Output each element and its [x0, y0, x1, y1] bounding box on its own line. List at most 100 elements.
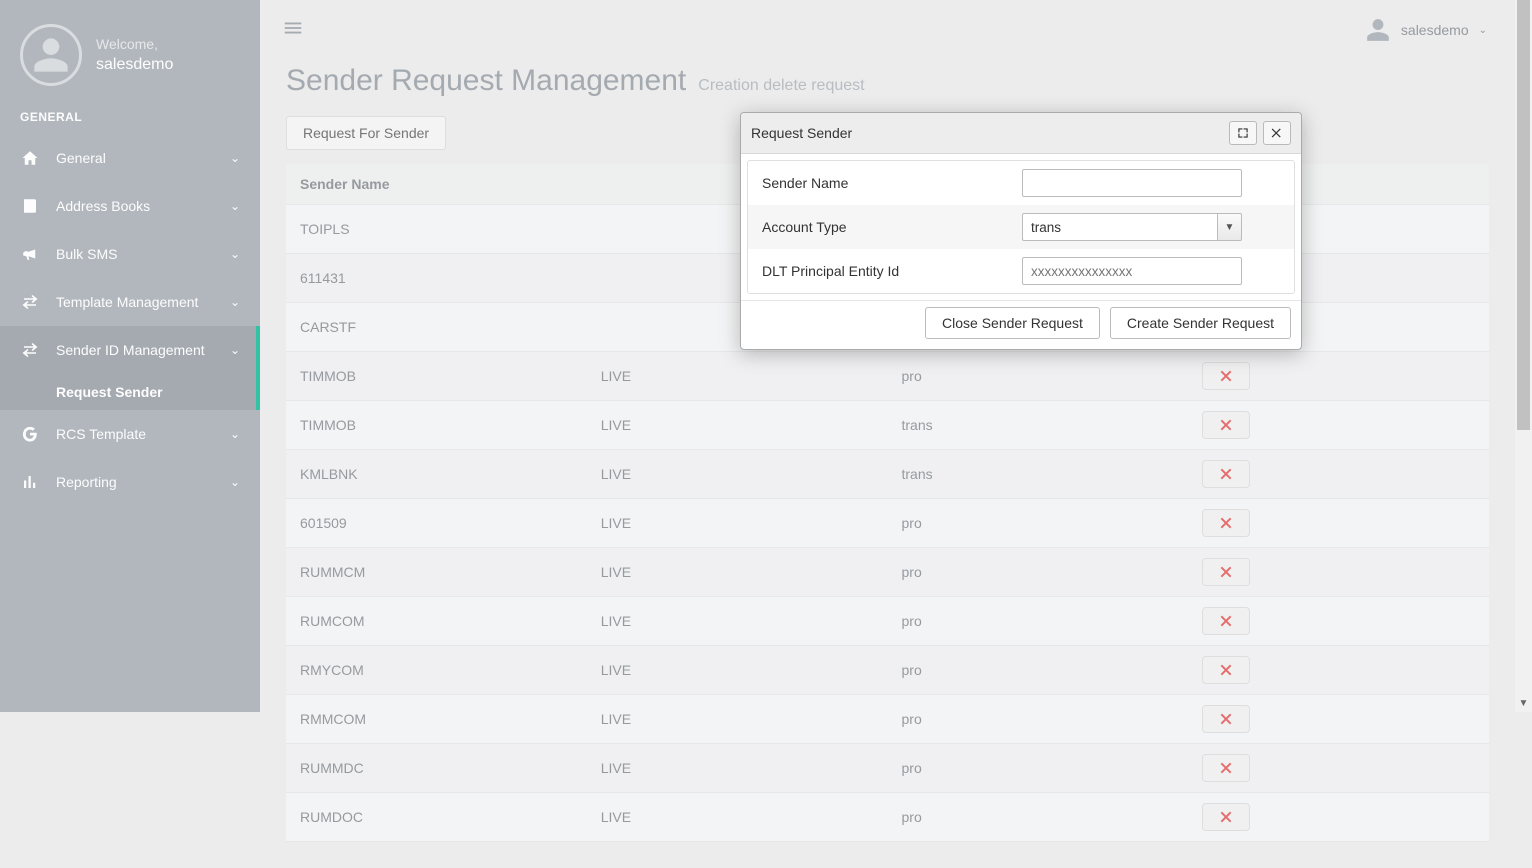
exchange-icon: [20, 293, 40, 311]
close-icon: [1270, 126, 1284, 140]
user-icon: [1365, 17, 1391, 43]
cell-sender: 611431: [286, 254, 587, 303]
dlt-input[interactable]: [1022, 257, 1242, 285]
cell-sender: RUMCOM: [286, 597, 587, 646]
close-icon: [1218, 809, 1234, 825]
delete-button[interactable]: [1202, 754, 1250, 782]
close-icon: [1218, 564, 1234, 580]
cell-status: LIVE: [587, 499, 888, 548]
close-icon: [1218, 613, 1234, 629]
page-scrollbar[interactable]: ▲ ▼: [1515, 0, 1532, 712]
cell-sender: KMLBNK: [286, 450, 587, 499]
topbar-username: salesdemo: [1401, 22, 1469, 38]
exchange-icon: [20, 341, 40, 359]
cell-sender: TIMMOB: [286, 401, 587, 450]
sidebar-subitem-request-sender[interactable]: Request Sender: [0, 374, 260, 410]
sidebar-item-general[interactable]: General ⌄: [0, 134, 260, 182]
sidebar-item-address-books[interactable]: Address Books ⌄: [0, 182, 260, 230]
cell-status: LIVE: [587, 695, 888, 744]
chevron-down-icon: ⌄: [230, 427, 240, 441]
table-row: RUMDOCLIVEpro: [286, 793, 1489, 842]
table-row: 601509LIVEpro: [286, 499, 1489, 548]
close-button[interactable]: [1263, 121, 1291, 145]
chevron-down-icon: ⌄: [230, 151, 240, 165]
cell-sender: TIMMOB: [286, 352, 587, 401]
delete-button[interactable]: [1202, 460, 1250, 488]
cell-sender: RUMDOC: [286, 793, 587, 842]
welcome-label: Welcome,: [96, 36, 173, 52]
modal-title: Request Sender: [751, 125, 852, 141]
cell-status: LIVE: [587, 597, 888, 646]
delete-button[interactable]: [1202, 705, 1250, 733]
sidebar-item-template-management[interactable]: Template Management ⌄: [0, 278, 260, 326]
cell-sender: TOIPLS: [286, 205, 587, 254]
delete-button[interactable]: [1202, 411, 1250, 439]
cell-status: LIVE: [587, 793, 888, 842]
scroll-down-icon[interactable]: ▼: [1515, 695, 1532, 712]
cell-type: pro: [888, 744, 1189, 793]
chevron-down-icon[interactable]: ▼: [1218, 213, 1242, 241]
cell-action: [1188, 548, 1489, 597]
cell-type: pro: [888, 695, 1189, 744]
megaphone-icon: [20, 245, 40, 263]
sidebar-item-sender-id-management[interactable]: Sender ID Management ⌄: [0, 326, 260, 374]
sidebar-item-label: Template Management: [56, 294, 198, 310]
col-sender-name: Sender Name: [286, 164, 587, 205]
sidebar-item-bulk-sms[interactable]: Bulk SMS ⌄: [0, 230, 260, 278]
cell-type: pro: [888, 597, 1189, 646]
sidebar-username: salesdemo: [96, 56, 173, 74]
cell-action: [1188, 401, 1489, 450]
sidebar-section-label: GENERAL: [0, 104, 260, 134]
cell-action: [1188, 450, 1489, 499]
sidebar-item-rcs-template[interactable]: RCS Template ⌄: [0, 410, 260, 458]
cell-type: pro: [888, 646, 1189, 695]
cell-action: [1188, 499, 1489, 548]
maximize-button[interactable]: [1229, 121, 1257, 145]
cell-type: pro: [888, 352, 1189, 401]
cell-sender: CARSTF: [286, 303, 587, 352]
close-sender-request-button[interactable]: Close Sender Request: [925, 307, 1100, 339]
cell-action: [1188, 695, 1489, 744]
sidebar-item-label: Address Books: [56, 198, 150, 214]
home-icon: [20, 149, 40, 167]
sidebar-item-reporting[interactable]: Reporting ⌄: [0, 458, 260, 506]
cell-action: [1188, 744, 1489, 793]
table-row: RUMCOMLIVEpro: [286, 597, 1489, 646]
topbar: salesdemo ⌄: [260, 0, 1515, 60]
cell-action: [1188, 646, 1489, 695]
delete-button[interactable]: [1202, 558, 1250, 586]
delete-button[interactable]: [1202, 607, 1250, 635]
close-icon: [1218, 515, 1234, 531]
cell-type: trans: [888, 401, 1189, 450]
scrollbar-thumb[interactable]: [1517, 0, 1530, 430]
book-icon: [20, 197, 40, 215]
delete-button[interactable]: [1202, 803, 1250, 831]
delete-button[interactable]: [1202, 509, 1250, 537]
request-for-sender-button[interactable]: Request For Sender: [286, 116, 446, 150]
google-icon: [20, 425, 40, 443]
sidebar-user-block: Welcome, salesdemo: [0, 14, 260, 104]
cell-status: LIVE: [587, 744, 888, 793]
cell-sender: RMYCOM: [286, 646, 587, 695]
avatar: [20, 24, 82, 86]
cell-status: LIVE: [587, 548, 888, 597]
sender-name-input[interactable]: [1022, 169, 1242, 197]
cell-status: LIVE: [587, 646, 888, 695]
delete-button[interactable]: [1202, 362, 1250, 390]
table-row: RUMMCMLIVEpro: [286, 548, 1489, 597]
account-type-label: Account Type: [762, 219, 1022, 235]
chevron-down-icon: ⌄: [1479, 25, 1487, 36]
create-sender-request-button[interactable]: Create Sender Request: [1110, 307, 1291, 339]
delete-button[interactable]: [1202, 656, 1250, 684]
account-type-value[interactable]: [1022, 213, 1218, 241]
account-type-select[interactable]: ▼: [1022, 213, 1242, 241]
sidebar-item-label: RCS Template: [56, 426, 146, 442]
cell-status: LIVE: [587, 450, 888, 499]
hamburger-icon[interactable]: [282, 17, 304, 44]
topbar-user-menu[interactable]: salesdemo ⌄: [1365, 17, 1487, 43]
cell-status: LIVE: [587, 352, 888, 401]
chevron-down-icon: ⌄: [230, 247, 240, 261]
sidebar-item-label: Bulk SMS: [56, 246, 117, 262]
close-icon: [1218, 466, 1234, 482]
sender-name-label: Sender Name: [762, 175, 1022, 191]
